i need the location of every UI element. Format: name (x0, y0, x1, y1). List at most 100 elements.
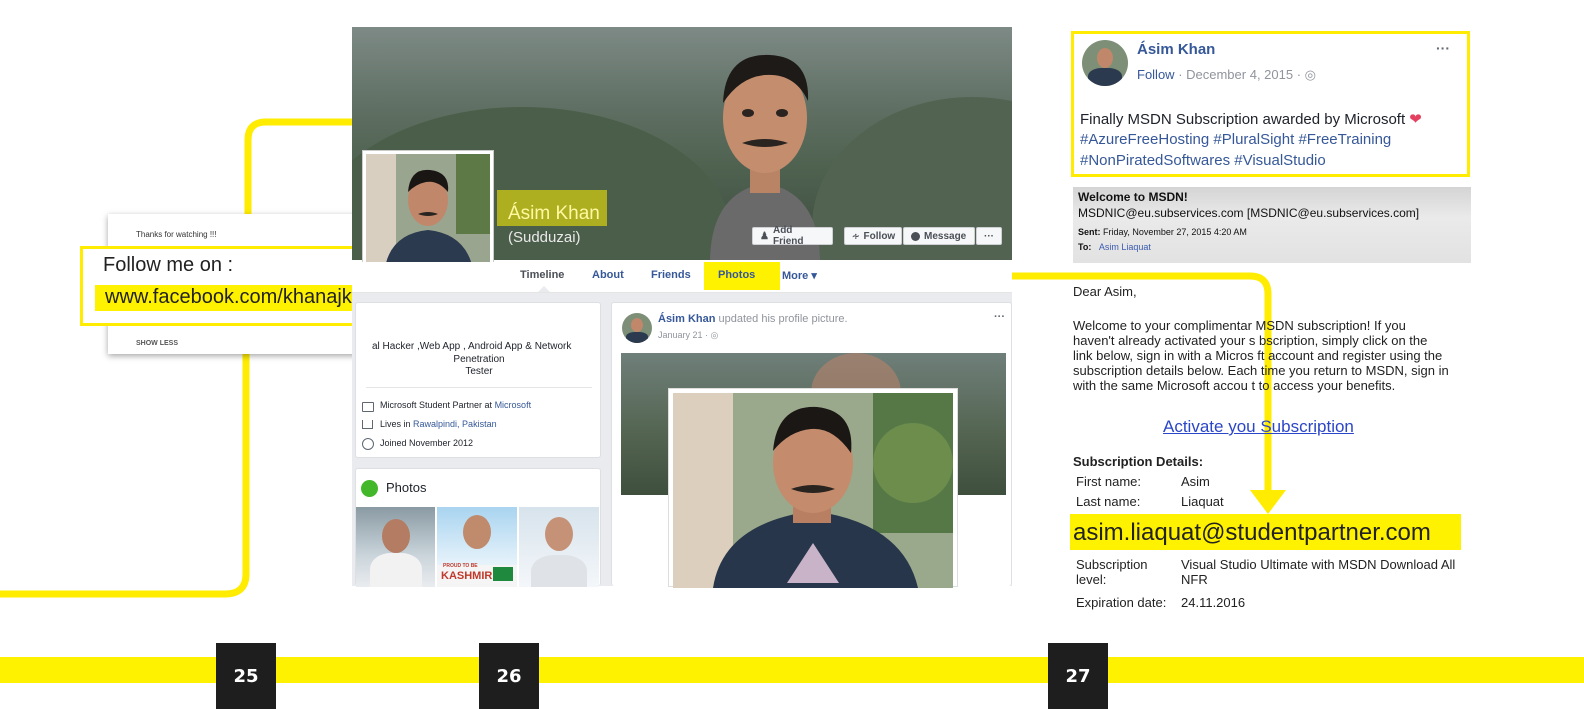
email-body-4: subscription details below. Each time yo… (1073, 363, 1449, 378)
globe-icon: ◎ (1304, 67, 1316, 82)
intro-lives-text: Lives in (380, 419, 414, 429)
tab-photos[interactable]: Photos (718, 269, 755, 281)
page-number-25: 25 (216, 643, 276, 709)
intro-bio-line2: Penetration (453, 354, 505, 365)
fb-post-menu[interactable]: ··· (1436, 40, 1450, 56)
message-label: Message (924, 230, 967, 242)
follow-button[interactable]: ∻ Follow (844, 227, 902, 245)
thanks-text: Thanks for watching !!! (136, 230, 217, 239)
more-options-button[interactable]: ··· (976, 227, 1002, 245)
email-sent: Sent: Friday, November 27, 2015 4:20 AM (1078, 227, 1247, 237)
post-header: Ásim Khan updated his profile picture. (658, 313, 848, 325)
intro-bio-line3: Tester (465, 366, 493, 377)
intro-lives: Lives in Rawalpindi, Pakistan (380, 419, 497, 429)
fb-post-author[interactable]: Ásim Khan (1137, 41, 1215, 58)
level-label-2: level: (1076, 572, 1107, 587)
follow-url[interactable]: www.facebook.com/khanajk1 (95, 285, 393, 311)
heart-icon: ❤ (1409, 111, 1422, 128)
messenger-icon (911, 231, 920, 241)
message-button[interactable]: Message (903, 227, 975, 245)
page-number-26: 26 (479, 643, 539, 709)
level-value-1: Visual Studio Ultimate with MSDN Downloa… (1181, 557, 1456, 572)
add-person-icon: ♟ (760, 230, 769, 242)
intro-work: Microsoft Student Partner at Microsoft (380, 400, 531, 410)
tab-friends[interactable]: Friends (651, 269, 691, 281)
email-address-highlight: asim.liaquat@studentpartner.com (1070, 514, 1461, 550)
post-author[interactable]: Ásim Khan (658, 313, 715, 325)
profile-portrait (366, 154, 490, 274)
email-to-label: To: (1078, 242, 1092, 252)
expiration-label: Expiration date: (1076, 595, 1167, 610)
photo-caption-small: PROUD TO BE (443, 563, 478, 569)
follow-url-text: www.facebook.com/khanajk1 (105, 286, 363, 308)
post-menu-button[interactable]: ··· (994, 311, 1005, 323)
follow-label-btn: Follow (863, 230, 896, 242)
post-card: Ásim Khan updated his profile picture. J… (611, 302, 1012, 588)
post-profile-image[interactable] (668, 388, 958, 588)
page-number-27: 27 (1048, 643, 1108, 709)
fb-post-body: Finally MSDN Subscription awarded by Mic… (1080, 111, 1406, 128)
level-value-2: NFR (1181, 572, 1208, 587)
email-to-value[interactable]: Asim Liaquat (1099, 242, 1151, 252)
post-portrait (673, 393, 953, 588)
show-less-link[interactable]: SHOW LESS (136, 340, 178, 347)
photo-thumb-3[interactable] (519, 507, 599, 587)
tab-about[interactable]: About (592, 269, 624, 281)
tab-timeline-indicator (538, 286, 550, 292)
photo-thumb-1[interactable] (356, 507, 435, 587)
email-sent-label: Sent: (1078, 227, 1101, 237)
first-name-value: Asim (1181, 474, 1210, 489)
activate-subscription-link[interactable]: Activate you Subscription (1163, 417, 1354, 437)
fb-post-date[interactable]: · December 4, 2015 · (1175, 67, 1305, 82)
photo-caption: KASHMIRI (441, 570, 496, 582)
intro-divider (366, 387, 592, 388)
fb-post-meta: Follow · December 4, 2015 · ◎ (1137, 67, 1316, 83)
fb-post-hashtags-2[interactable]: #NonPiratedSoftwares #VisualStudio (1080, 152, 1326, 169)
photos-icon[interactable] (361, 480, 378, 497)
post-avatar[interactable] (622, 313, 652, 343)
intro-work-link[interactable]: Microsoft (495, 400, 532, 410)
follow-label: Follow me on : (103, 254, 234, 276)
details-heading: Subscription Details: (1073, 454, 1204, 469)
photo-thumb-2[interactable]: PROUD TO BE KASHMIRI (437, 507, 517, 587)
tab-timeline[interactable]: Timeline (520, 269, 564, 281)
add-friend-label: Add Friend (772, 225, 804, 247)
fb-post-hashtags-1[interactable]: #AzureFreeHosting #PluralSight #FreeTrai… (1080, 131, 1391, 148)
intro-card: al Hacker ,Web App , Android App & Netwo… (355, 302, 601, 458)
intro-lives-link[interactable]: Rawalpindi, Pakistan (413, 419, 497, 429)
level-label-1: Subscription (1076, 557, 1148, 572)
tab-more[interactable]: More ▾ (782, 269, 817, 282)
fb-post-follow[interactable]: Follow (1137, 67, 1175, 82)
fb-post-callout: Ásim Khan Follow · December 4, 2015 · ◎ … (1071, 31, 1470, 177)
last-name-label: Last name: (1076, 494, 1141, 509)
intro-joined: Joined November 2012 (380, 438, 474, 448)
expiration-value: 24.11.2016 (1181, 595, 1246, 610)
profile-picture[interactable] (362, 150, 494, 278)
suitcase-icon (362, 402, 374, 412)
last-name-value: Liaquat (1181, 494, 1224, 509)
add-friend-button[interactable]: ♟ Add Friend (752, 225, 833, 247)
photos-card: Photos PROUD TO BE KASHMIRI (355, 468, 601, 587)
email-body-5: with the same Microsoft accou t to acces… (1073, 378, 1396, 393)
post-date[interactable]: January 21 · (658, 330, 711, 340)
clock-icon (362, 438, 374, 450)
email-body-1: Welcome to your complimentar MSDN subscr… (1073, 318, 1406, 333)
email-greeting: Dear Asim, (1073, 284, 1137, 299)
rss-icon: ∻ (852, 230, 860, 241)
email-body-2: haven't already activated your s bscript… (1073, 333, 1428, 348)
globe-icon: ◎ (710, 330, 719, 340)
post-action: updated his profile picture. (715, 313, 848, 325)
post-date-row: January 21 · ◎ (658, 330, 718, 341)
profile-nickname: (Sudduzai) (508, 229, 581, 246)
profile-nav: Timeline About Friends Photos More ▾ (352, 262, 1012, 293)
fb-post-text: Finally MSDN Subscription awarded by Mic… (1080, 110, 1422, 128)
email-subject: Welcome to MSDN! (1078, 190, 1188, 204)
profile-name: Ásim Khan (508, 203, 600, 224)
email-to: To: Asim Liaquat (1078, 242, 1151, 252)
photos-heading[interactable]: Photos (386, 480, 426, 495)
intro-bio-line1: al Hacker ,Web App , Android App & Netwo… (372, 341, 572, 352)
intro-work-text: Microsoft Student Partner at (380, 400, 495, 410)
email-from: MSDNIC@eu.subservices.com [MSDNIC@eu.sub… (1078, 206, 1420, 220)
fb-post-avatar[interactable] (1082, 40, 1128, 86)
email-body-3: link below, sign in with a Micros ft acc… (1073, 348, 1443, 363)
